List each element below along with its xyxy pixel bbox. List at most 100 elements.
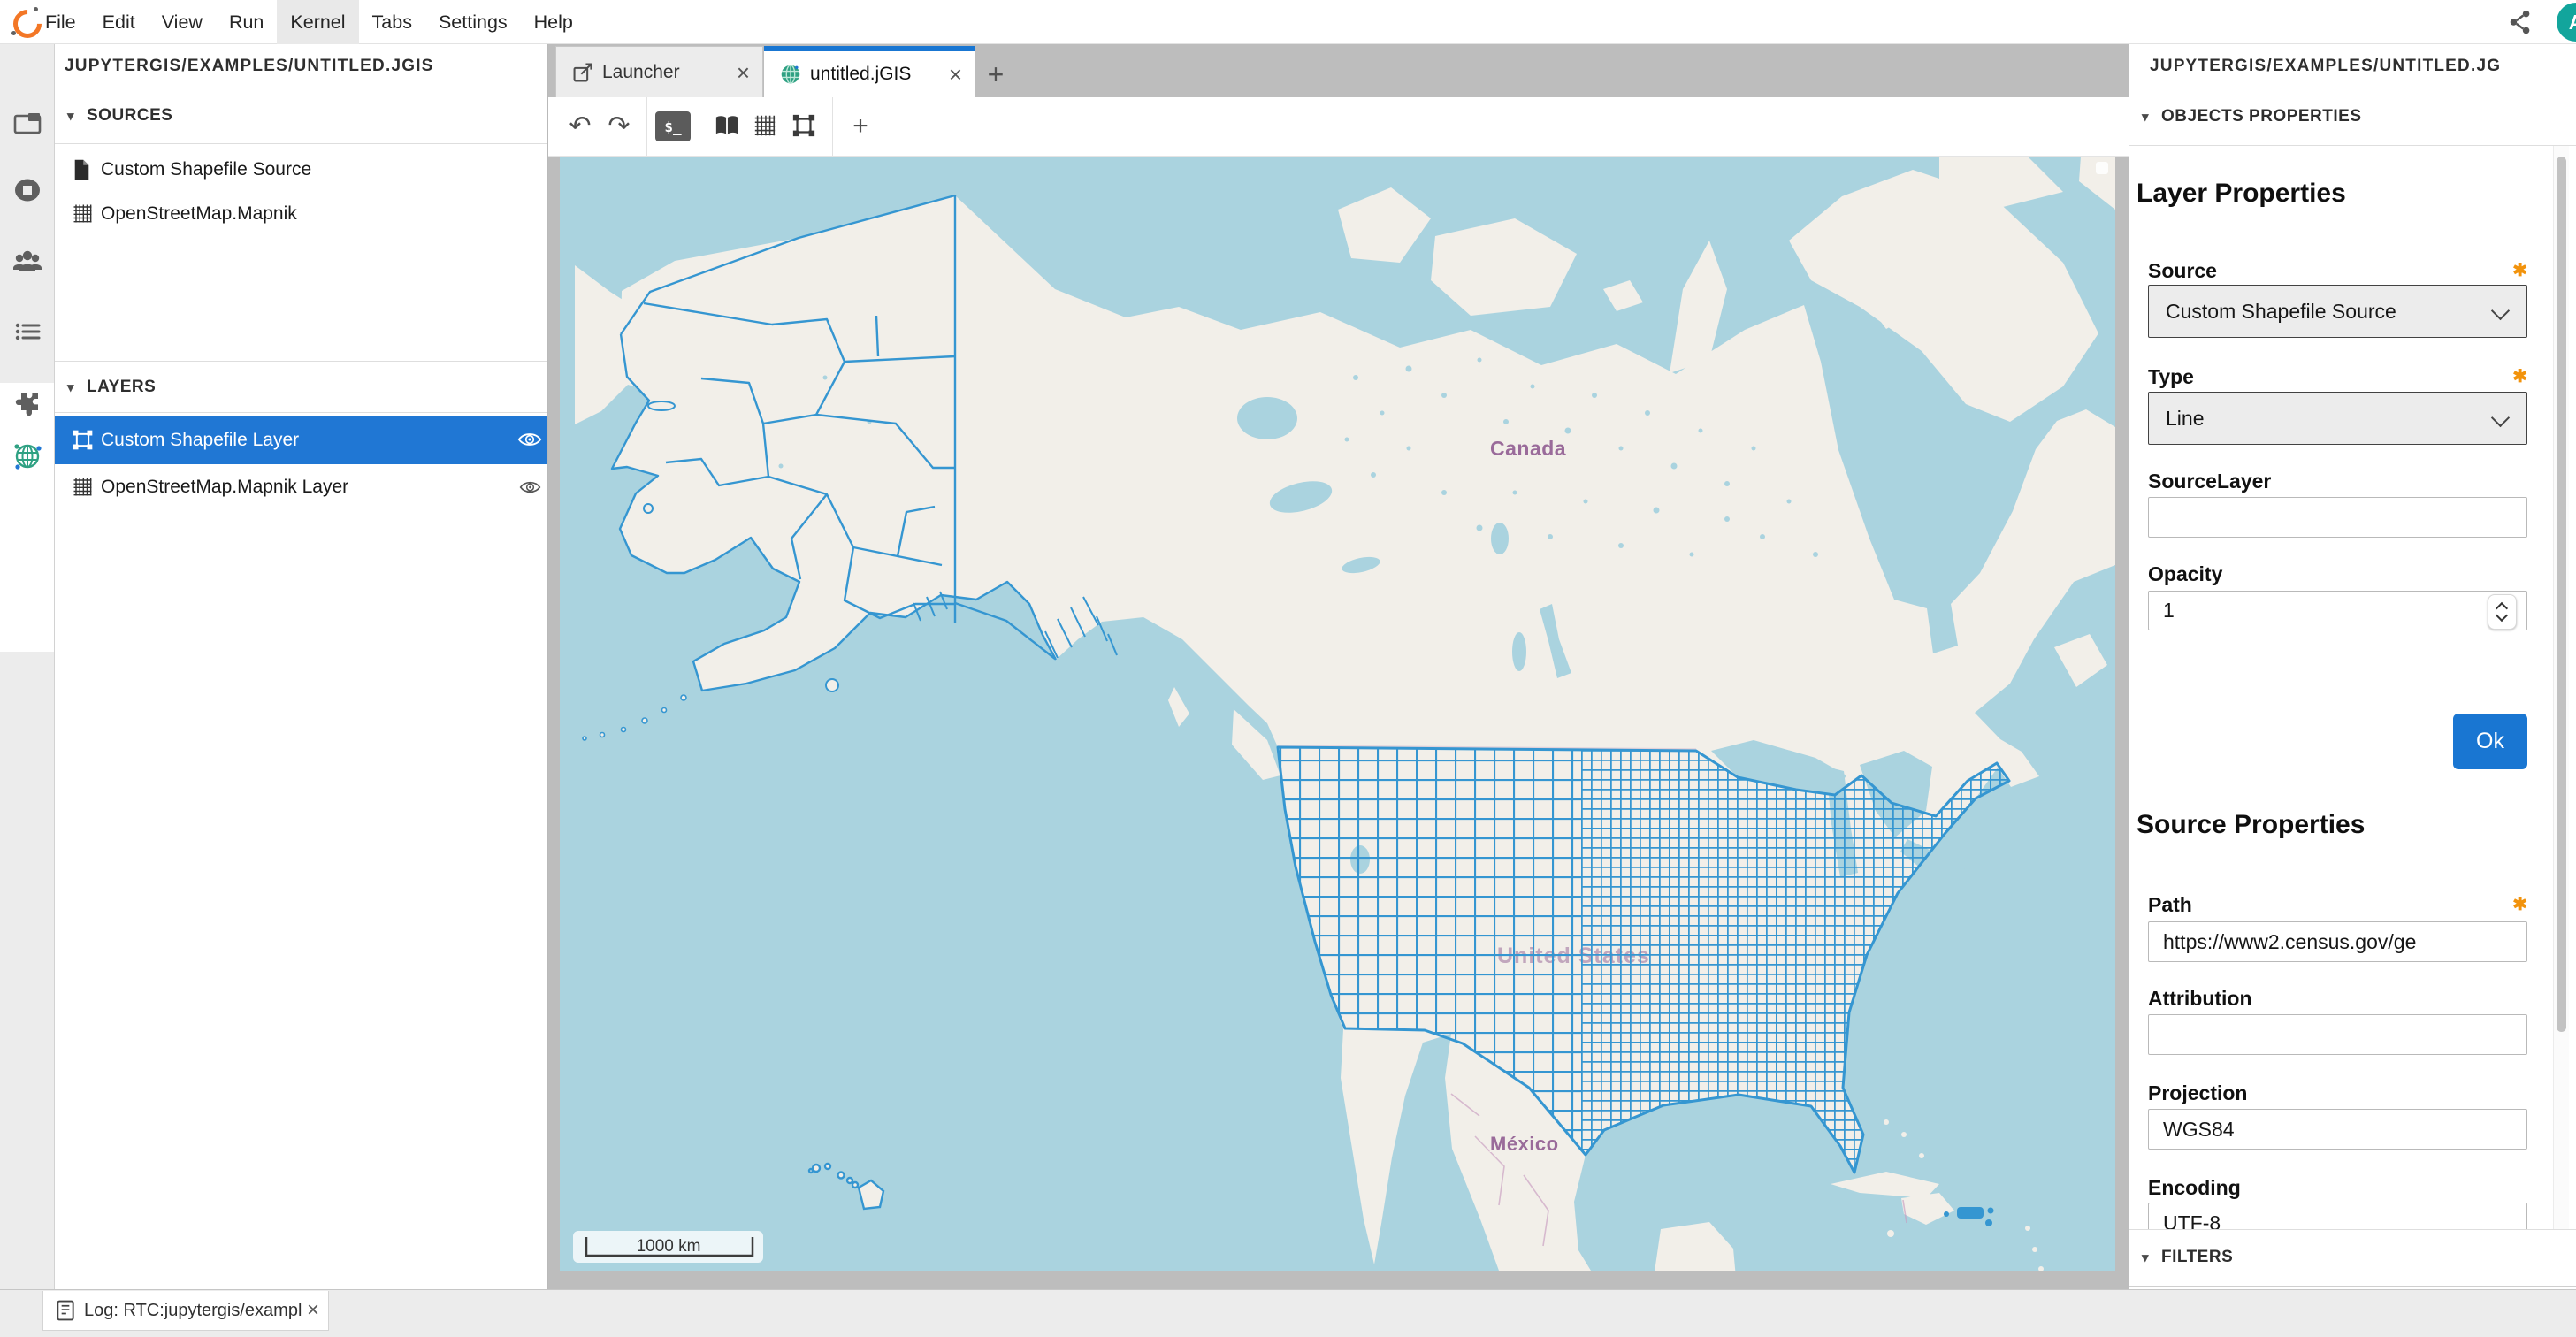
table-of-contents-icon[interactable] bbox=[12, 317, 42, 347]
filters-section: ▾ FILTERS bbox=[2129, 1229, 2576, 1287]
type-select-value: Line bbox=[2166, 407, 2204, 431]
layer-item-label: Custom Shapefile Layer bbox=[101, 430, 299, 451]
layer-item-label: OpenStreetMap.Mapnik Layer bbox=[101, 477, 348, 498]
source-item-label: Custom Shapefile Source bbox=[101, 159, 311, 180]
chevron-down-icon bbox=[2491, 302, 2510, 320]
jupytergis-left-panel: JUPYTERGIS/EXAMPLES/UNTITLED.JGIS ▾ SOUR… bbox=[55, 44, 548, 1289]
activity-sidebar bbox=[0, 44, 55, 1289]
type-select[interactable]: Line bbox=[2148, 392, 2527, 445]
collapse-caret-icon: ▾ bbox=[67, 108, 87, 124]
properties-form: Layer Properties Source ✱ Custom Shapefi… bbox=[2129, 146, 2576, 1230]
menu-run[interactable]: Run bbox=[216, 0, 277, 44]
file-browser-icon[interactable] bbox=[12, 109, 42, 139]
plus-icon: + bbox=[988, 58, 1005, 91]
extension-manager-icon[interactable] bbox=[12, 388, 42, 418]
sources-section-header[interactable]: ▾ SOURCES bbox=[55, 88, 547, 144]
vector-square-icon bbox=[791, 113, 818, 140]
source-field-label: Source ✱ bbox=[2148, 259, 2527, 283]
right-panel-title: JUPYTERGIS/EXAMPLES/UNTITLED.JG bbox=[2129, 44, 2576, 88]
menu-bar: File Edit View Run Kernel Tabs Settings … bbox=[0, 0, 2576, 44]
jgis-toolbar: ↶ ↷ $_ + bbox=[548, 97, 2129, 157]
status-bar: Log: RTC:jupytergis/exampl × bbox=[0, 1289, 2576, 1337]
menu-tabs[interactable]: Tabs bbox=[359, 0, 425, 44]
filters-section-header[interactable]: ▾ FILTERS bbox=[2129, 1229, 2576, 1286]
tab-label: untitled.jGIS bbox=[810, 64, 911, 85]
map-svg: United States bbox=[560, 157, 2115, 1271]
sourcelayer-field-label: SourceLayer bbox=[2148, 470, 2527, 493]
projection-input[interactable] bbox=[2148, 1109, 2527, 1150]
path-field-label: Path ✱ bbox=[2148, 893, 2527, 917]
avatar-initial: A bbox=[2569, 11, 2576, 34]
tab-launcher[interactable]: Launcher × bbox=[555, 46, 763, 97]
basemap-book-button[interactable] bbox=[707, 105, 746, 148]
objects-properties-header[interactable]: ▾ OBJECTS PROPERTIES bbox=[2129, 88, 2576, 146]
undo-icon: ↶ bbox=[569, 113, 591, 140]
add-layer-button[interactable]: + bbox=[841, 105, 880, 148]
grid-icon bbox=[72, 202, 92, 225]
map-canvas[interactable]: United States bbox=[560, 157, 2115, 1271]
log-tab-label: Log: RTC:jupytergis/exampl bbox=[84, 1301, 302, 1321]
menu-help[interactable]: Help bbox=[521, 0, 586, 44]
share-icon[interactable] bbox=[2505, 8, 2535, 36]
layer-properties-heading: Layer Properties bbox=[2136, 179, 2346, 209]
close-icon[interactable]: × bbox=[737, 61, 750, 84]
tab-untitled-jgis[interactable]: untitled.jGIS × bbox=[764, 46, 975, 97]
ok-button-label: Ok bbox=[2476, 729, 2504, 754]
encoding-input[interactable] bbox=[2148, 1203, 2527, 1230]
objects-properties-label: OBJECTS PROPERTIES bbox=[2161, 107, 2362, 126]
menu-settings[interactable]: Settings bbox=[425, 0, 521, 44]
layer-item-openstreetmap[interactable]: OpenStreetMap.Mapnik Layer bbox=[55, 464, 547, 510]
map-scale-control: 1000 km bbox=[573, 1231, 763, 1263]
menu-view[interactable]: View bbox=[149, 0, 216, 44]
undo-button[interactable]: ↶ bbox=[561, 105, 600, 148]
opacity-field-label: Opacity bbox=[2148, 562, 2527, 586]
vector-layer-button[interactable] bbox=[785, 105, 824, 148]
close-icon[interactable]: × bbox=[307, 1300, 319, 1321]
layers-section-header[interactable]: ▾ LAYERS bbox=[55, 361, 547, 413]
collapse-caret-icon: ▾ bbox=[2142, 109, 2161, 125]
vector-square-icon bbox=[72, 429, 92, 452]
grid-icon bbox=[753, 113, 779, 140]
collaboration-users-icon[interactable] bbox=[12, 247, 42, 277]
raster-grid-button[interactable] bbox=[746, 105, 785, 148]
opacity-stepper[interactable] bbox=[2488, 594, 2517, 630]
scrollbar-thumb[interactable] bbox=[2557, 157, 2566, 1032]
terminal-console-button[interactable]: $_ bbox=[655, 111, 691, 141]
jupytergis-globe-icon[interactable] bbox=[12, 441, 42, 471]
ok-button[interactable]: Ok bbox=[2453, 714, 2527, 769]
layer-item-custom-shapefile[interactable]: Custom Shapefile Layer bbox=[55, 416, 547, 464]
layer-visibility-eye-icon[interactable] bbox=[519, 478, 541, 498]
path-input[interactable] bbox=[2148, 921, 2527, 962]
terminal-icon: $_ bbox=[664, 118, 681, 135]
required-asterisk-icon: ✱ bbox=[2512, 259, 2527, 281]
layer-visibility-eye-icon[interactable] bbox=[517, 430, 542, 449]
filters-header-label: FILTERS bbox=[2161, 1248, 2233, 1267]
attribution-button[interactable] bbox=[2096, 162, 2108, 174]
menu-file[interactable]: File bbox=[32, 0, 89, 44]
source-item-custom-shapefile[interactable]: Custom Shapefile Source bbox=[55, 148, 547, 192]
required-asterisk-icon: ✱ bbox=[2512, 365, 2527, 387]
new-tab-button[interactable]: + bbox=[980, 58, 1012, 90]
menu-edit[interactable]: Edit bbox=[89, 0, 149, 44]
active-tab-background bbox=[0, 383, 54, 652]
attribution-input[interactable] bbox=[2148, 1014, 2527, 1055]
log-console-tab[interactable]: Log: RTC:jupytergis/exampl × bbox=[42, 1291, 329, 1331]
file-icon bbox=[72, 158, 92, 181]
close-icon[interactable]: × bbox=[949, 63, 962, 86]
attribution-field-label: Attribution bbox=[2148, 987, 2527, 1011]
source-item-openstreetmap[interactable]: OpenStreetMap.Mapnik bbox=[55, 192, 547, 236]
tab-label: Launcher bbox=[602, 62, 680, 83]
jgis-globe-icon bbox=[780, 64, 801, 85]
right-panel-scrollbar[interactable] bbox=[2553, 146, 2569, 1229]
source-select[interactable]: Custom Shapefile Source bbox=[2148, 285, 2527, 338]
menu-kernel[interactable]: Kernel bbox=[277, 0, 358, 44]
log-icon bbox=[54, 1299, 77, 1322]
running-kernels-icon[interactable] bbox=[12, 175, 42, 205]
encoding-field-label: Encoding bbox=[2148, 1176, 2527, 1200]
user-avatar[interactable]: A bbox=[2557, 3, 2576, 42]
sourcelayer-input[interactable] bbox=[2148, 497, 2527, 538]
redo-button[interactable]: ↷ bbox=[600, 105, 638, 148]
source-item-label: OpenStreetMap.Mapnik bbox=[101, 203, 297, 225]
menu-items: File Edit View Run Kernel Tabs Settings … bbox=[32, 0, 586, 44]
opacity-input[interactable] bbox=[2148, 591, 2527, 630]
